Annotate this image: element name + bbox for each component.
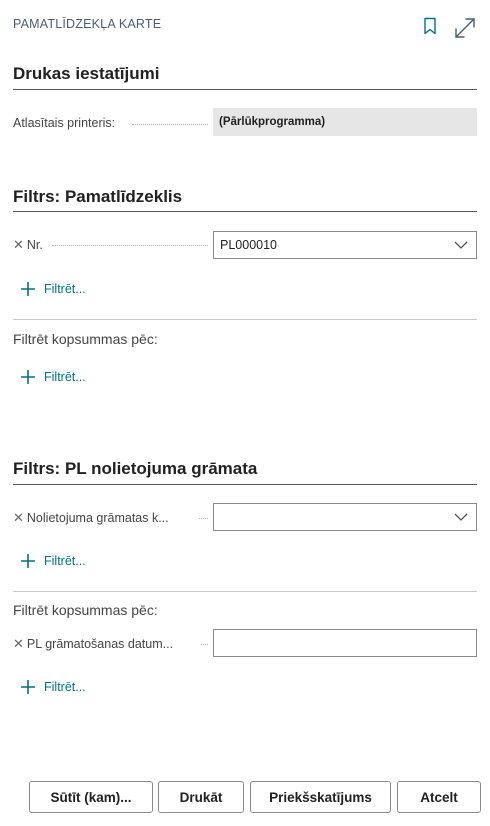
section-divider (13, 211, 477, 212)
leader-dots (52, 245, 208, 246)
printer-label: Atlasītais printeris: (13, 116, 116, 130)
add-totals-filter-button[interactable]: Filtrēt... (20, 369, 86, 385)
asset-no-value: PL000010 (220, 238, 278, 252)
print-settings-heading: Drukas iestatījumi (13, 64, 160, 83)
totals-heading: Filtrēt kopsummas pēc: (13, 331, 158, 347)
print-button[interactable]: Drukāt (158, 781, 244, 813)
chevron-down-icon[interactable] (454, 512, 468, 522)
posting-date-label: ✕ PL grāmatošanas datum... (13, 636, 173, 652)
asset-no-label-text: Nr. (26, 238, 43, 252)
chevron-down-icon[interactable] (454, 240, 468, 250)
filter-asset-heading: Filtrs: Pamatlīdzeklis (13, 187, 183, 206)
add-totals-filter-button[interactable]: Filtrēt... (20, 679, 86, 695)
close-icon[interactable]: ✕ (13, 510, 24, 526)
close-icon[interactable]: ✕ (13, 636, 24, 652)
add-filter-label: Filtrēt... (44, 370, 86, 384)
subsection-divider (13, 319, 477, 320)
close-icon[interactable]: ✕ (13, 237, 24, 253)
posting-date-label-text: PL grāmatošanas datum... (26, 637, 174, 651)
bookmark-icon[interactable] (423, 17, 437, 35)
plus-icon (21, 554, 35, 568)
send-to-button[interactable]: Sūtīt (kam)... (29, 781, 153, 813)
section-divider (13, 484, 477, 485)
plus-icon (21, 282, 35, 296)
posting-date-input[interactable] (213, 629, 477, 657)
depreciation-book-label-text: Nolietojuma grāmatas k... (26, 511, 169, 525)
asset-no-label: ✕ Nr. (13, 237, 43, 253)
section-divider (13, 89, 477, 90)
add-filter-label: Filtrēt... (44, 282, 86, 296)
leader-dots (132, 124, 208, 125)
add-filter-button[interactable]: Filtrēt... (20, 553, 86, 569)
expand-icon[interactable] (453, 16, 477, 40)
cancel-button[interactable]: Atcelt (397, 781, 481, 813)
leader-dots (199, 518, 208, 519)
subsection-divider (13, 591, 477, 592)
depreciation-book-label: ✕ Nolietojuma grāmatas k... (13, 510, 169, 526)
depreciation-book-select[interactable] (213, 503, 477, 531)
add-filter-button[interactable]: Filtrēt... (20, 281, 86, 297)
page-title: PAMATLĪDZEKĻA KARTE (13, 17, 162, 31)
totals-heading: Filtrēt kopsummas pēc: (13, 602, 158, 618)
plus-icon (21, 370, 35, 384)
leader-dots (201, 644, 208, 645)
printer-value: (Pārlūkprogramma) (213, 108, 477, 136)
add-filter-label: Filtrēt... (44, 554, 86, 568)
add-filter-label: Filtrēt... (44, 680, 86, 694)
asset-no-select[interactable]: PL000010 (213, 231, 477, 259)
plus-icon (21, 680, 35, 694)
preview-button[interactable]: Priekšskatījums (250, 781, 391, 813)
filter-book-heading: Filtrs: PL nolietojuma grāmata (13, 459, 258, 478)
